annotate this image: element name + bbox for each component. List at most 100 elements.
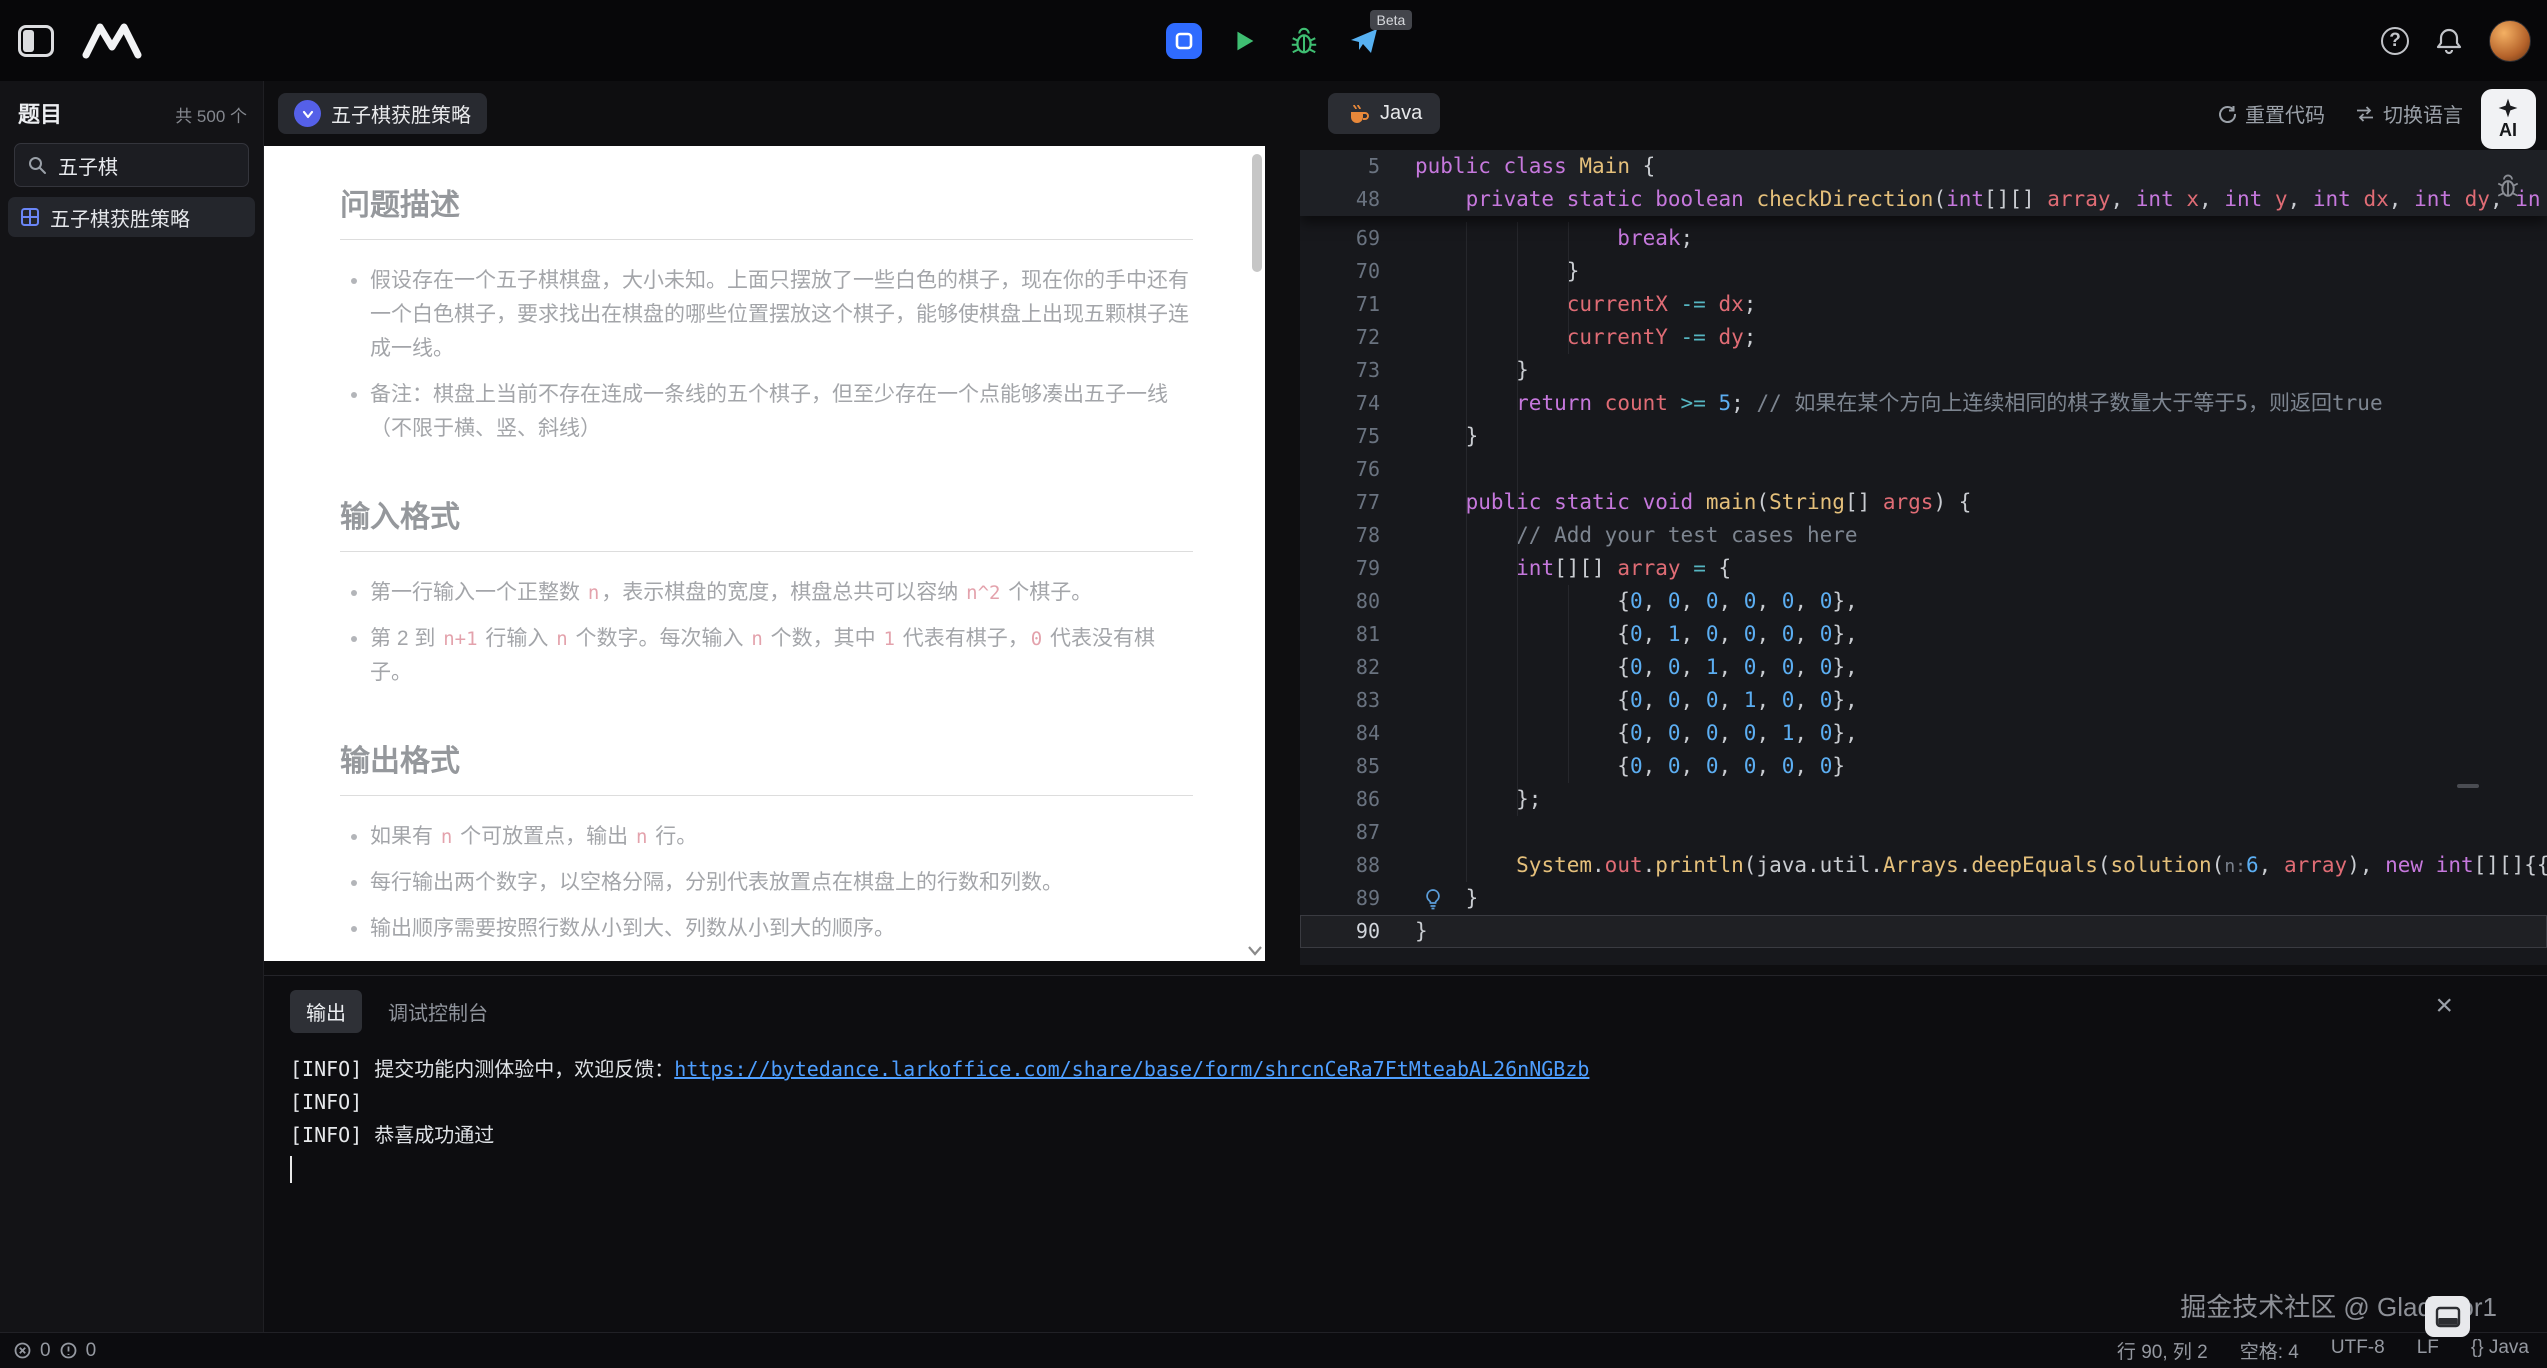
code-line[interactable]: 76 bbox=[1300, 453, 2547, 486]
problem-count: 共 500 个 bbox=[175, 102, 247, 127]
ai-assistant-button[interactable]: AI bbox=[2481, 89, 2536, 149]
status-item[interactable]: UTF-8 bbox=[2331, 1337, 2385, 1364]
feedback-link[interactable]: https://bytedance.larkoffice.com/share/b… bbox=[674, 1057, 1589, 1081]
error-count: 0 bbox=[40, 1340, 51, 1362]
code-line[interactable]: 72 currentY -= dy; bbox=[1300, 321, 2547, 354]
code-text: {0, 0, 0, 0, 1, 0}, bbox=[1380, 717, 1858, 750]
tab-debug-console[interactable]: 调试控制台 bbox=[378, 990, 498, 1033]
debug-button[interactable] bbox=[1286, 23, 1322, 59]
editor-actions: 重置代码 切换语言 bbox=[2217, 99, 2463, 128]
status-right: 行 90, 列 2 空格: 4 UTF-8 LF {} Java bbox=[2117, 1337, 2547, 1364]
switch-language-button[interactable]: 切换语言 bbox=[2355, 99, 2463, 128]
code-line[interactable]: 82 {0, 0, 1, 0, 0, 0}, bbox=[1300, 651, 2547, 684]
status-item[interactable]: 空格: 4 bbox=[2240, 1337, 2299, 1364]
help-icon[interactable]: ? bbox=[2381, 27, 2409, 55]
marscode-logo[interactable] bbox=[80, 21, 144, 61]
bullet-item: 第一行输入一个正整数 n，表示棋盘的宽度，棋盘总共可以容纳 n^2 个棋子。 bbox=[370, 576, 1193, 610]
code-text: } bbox=[1380, 354, 1529, 387]
lightbulb-icon[interactable] bbox=[1421, 887, 1445, 911]
ai-rail: AI bbox=[2477, 89, 2539, 199]
section-heading: 问题描述 bbox=[340, 180, 1193, 240]
code-line[interactable]: 88 System.out.println(java.util.Arrays.d… bbox=[1300, 849, 2547, 882]
code-text: {0, 0, 0, 1, 0, 0}, bbox=[1380, 684, 1858, 717]
code-line[interactable]: 84 {0, 0, 0, 0, 1, 0}, bbox=[1300, 717, 2547, 750]
indent-guide bbox=[1466, 222, 1467, 882]
log-line: [INFO] 提交功能内测体验中，欢迎反馈：https://bytedance.… bbox=[290, 1053, 2547, 1086]
bug-icon bbox=[1289, 26, 1319, 56]
avatar[interactable] bbox=[2489, 20, 2531, 62]
search-icon bbox=[27, 155, 47, 175]
sidebar-toggle-icon[interactable] bbox=[18, 25, 54, 57]
collapse-icon bbox=[294, 100, 321, 127]
doc-scrollbar[interactable] bbox=[1252, 154, 1262, 272]
code-line[interactable]: 69 break; bbox=[1300, 222, 2547, 255]
code-line[interactable]: 83 {0, 0, 0, 1, 0, 0}, bbox=[1300, 684, 2547, 717]
status-item[interactable]: 行 90, 列 2 bbox=[2117, 1337, 2208, 1364]
status-item[interactable]: {} Java bbox=[2471, 1337, 2529, 1364]
build-button[interactable] bbox=[1166, 23, 1202, 59]
sidebar-item-problem[interactable]: 五子棋获胜策略 bbox=[8, 197, 255, 237]
scroll-down-icon[interactable] bbox=[1247, 945, 1263, 957]
line-number: 70 bbox=[1300, 255, 1380, 288]
panel-toggle-button[interactable] bbox=[2425, 1296, 2470, 1337]
code-line[interactable]: 85 {0, 0, 0, 0, 0, 0} bbox=[1300, 750, 2547, 783]
indent-guide bbox=[1568, 585, 1569, 783]
line-number: 81 bbox=[1300, 618, 1380, 651]
line-number: 84 bbox=[1300, 717, 1380, 750]
code-line[interactable]: 70 } bbox=[1300, 255, 2547, 288]
scrollbar-indicator[interactable] bbox=[2457, 784, 2479, 788]
window-icon bbox=[1168, 25, 1200, 57]
code-line[interactable]: 78 // Add your test cases here bbox=[1300, 519, 2547, 552]
top-bar-left bbox=[0, 21, 144, 61]
line-number: 69 bbox=[1300, 222, 1380, 255]
bullet-list: 第一行输入一个正整数 n，表示棋盘的宽度，棋盘总共可以容纳 n^2 个棋子。第 … bbox=[340, 576, 1193, 690]
code-line[interactable]: 90 } bbox=[1300, 915, 2547, 948]
code-line[interactable]: 89 } bbox=[1300, 882, 2547, 915]
warning-count: 0 bbox=[86, 1340, 97, 1362]
line-number: 78 bbox=[1300, 519, 1380, 552]
code-line[interactable]: 77 public static void main(String[] args… bbox=[1300, 486, 2547, 519]
top-bar-right: ? bbox=[2381, 20, 2531, 62]
problems-status[interactable]: 0 0 bbox=[0, 1340, 96, 1362]
code-text: {0, 1, 0, 0, 0, 0}, bbox=[1380, 618, 1858, 651]
code-text: } bbox=[1380, 420, 1478, 453]
problem-panel: 五子棋获胜策略 问题描述 假设存在一个五子棋棋盘，大小未知。上面只摆放了一些白色… bbox=[264, 81, 1300, 965]
panel-bottom-icon bbox=[2434, 1304, 2462, 1330]
tab-output[interactable]: 输出 bbox=[290, 990, 362, 1033]
code-line[interactable]: 80 {0, 0, 0, 0, 0, 0}, bbox=[1300, 585, 2547, 618]
top-bar: Beta ? bbox=[0, 0, 2547, 81]
reset-code-button[interactable]: 重置代码 bbox=[2217, 99, 2325, 128]
sticky-code-line[interactable]: 5 public class Main { bbox=[1300, 150, 2547, 183]
code-line[interactable]: 74 return count >= 5; // 如果在某个方向上连续相同的棋子… bbox=[1300, 387, 2547, 420]
run-button[interactable] bbox=[1226, 23, 1262, 59]
code-line[interactable]: 73 } bbox=[1300, 354, 2547, 387]
search-box[interactable] bbox=[14, 143, 249, 187]
code-line[interactable]: 87 bbox=[1300, 816, 2547, 849]
code-line[interactable]: 86 }; bbox=[1300, 783, 2547, 816]
problem-document: 问题描述 假设存在一个五子棋棋盘，大小未知。上面只摆放了一些白色的棋子，现在你的… bbox=[264, 146, 1265, 961]
search-input[interactable] bbox=[56, 153, 216, 178]
submit-button[interactable]: Beta bbox=[1346, 23, 1382, 59]
run-toolbar: Beta bbox=[1166, 0, 1382, 81]
bell-icon[interactable] bbox=[2435, 27, 2463, 55]
code-line[interactable]: 75 } bbox=[1300, 420, 2547, 453]
code-line[interactable]: 79 int[][] array = { bbox=[1300, 552, 2547, 585]
ai-label: AI bbox=[2499, 120, 2517, 141]
code-editor-panel: Java 重置代码 切换语言 bbox=[1300, 81, 2547, 965]
bug-report-icon[interactable] bbox=[2495, 173, 2521, 199]
code-text: public class Main { bbox=[1380, 150, 1655, 183]
line-number: 86 bbox=[1300, 783, 1380, 816]
log-line: [INFO] 恭喜成功通过 bbox=[290, 1119, 2547, 1152]
bullet-item: 假设存在一个五子棋棋盘，大小未知。上面只摆放了一些白色的棋子，现在你的手中还有一… bbox=[370, 264, 1193, 366]
line-number: 73 bbox=[1300, 354, 1380, 387]
code-line[interactable]: 81 {0, 1, 0, 0, 0, 0}, bbox=[1300, 618, 2547, 651]
sticky-code-line[interactable]: 48 private static boolean checkDirection… bbox=[1300, 183, 2547, 216]
code-text bbox=[1380, 453, 1415, 486]
problem-tab[interactable]: 五子棋获胜策略 bbox=[278, 93, 487, 134]
close-icon[interactable]: × bbox=[2429, 990, 2459, 1022]
line-number: 75 bbox=[1300, 420, 1380, 453]
code-area[interactable]: 69 break; 70 } 71 currentX -= dx; bbox=[1300, 150, 2547, 965]
status-item[interactable]: LF bbox=[2417, 1337, 2439, 1364]
code-line[interactable]: 71 currentX -= dx; bbox=[1300, 288, 2547, 321]
language-tab-java[interactable]: Java bbox=[1328, 93, 1440, 134]
